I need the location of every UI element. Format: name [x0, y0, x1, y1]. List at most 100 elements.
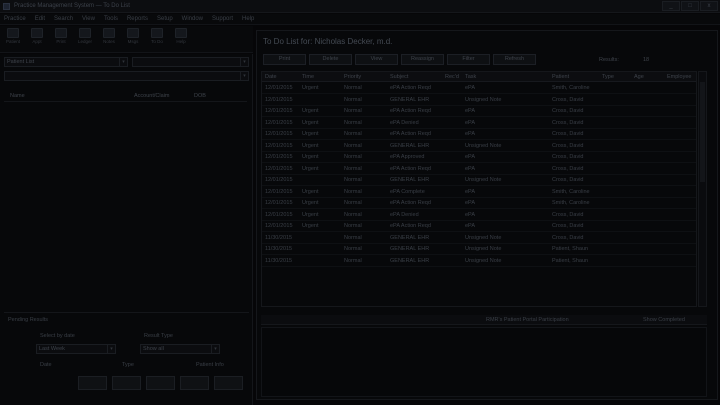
close-button[interactable]: x	[700, 1, 718, 11]
column-task[interactable]: Task	[465, 74, 476, 80]
toolbar-print-button[interactable]: Print	[52, 28, 70, 50]
table-row[interactable]: 12/01/2015 Urgent Normal ePA Denied ePA Cross…	[262, 118, 696, 129]
row-priority: Normal	[344, 234, 362, 241]
row-patient: Cross, David	[552, 177, 584, 183]
delete-button[interactable]: Delete	[309, 54, 352, 65]
chevron-down-icon[interactable]: ▾	[107, 345, 115, 353]
menu-reports[interactable]: Reports	[127, 14, 148, 24]
view-button[interactable]: View	[355, 54, 398, 65]
toolbar-messages-button[interactable]: Msgs	[124, 28, 142, 50]
row-priority: Normal	[344, 96, 362, 103]
table-row[interactable]: 12/01/2015 Urgent Normal ePA Action Reqd ePA…	[262, 129, 696, 140]
row-subject: GENERAL EHR	[390, 96, 430, 103]
left-action-button-4[interactable]	[180, 376, 209, 390]
menu-support[interactable]: Support	[212, 14, 233, 24]
filter-button[interactable]: Filter	[447, 54, 490, 65]
row-priority: Normal	[344, 131, 362, 137]
left-action-button-1[interactable]	[78, 376, 107, 390]
row-priority: Normal	[344, 223, 362, 229]
maximize-button[interactable]: □	[681, 1, 699, 11]
column-employee[interactable]: Employee	[667, 74, 691, 80]
minimize-button[interactable]: _	[662, 1, 680, 11]
column-priority[interactable]: Priority	[344, 74, 361, 80]
table-row[interactable]: 12/01/2015 Urgent Normal ePA Action Reqd ePA…	[262, 221, 696, 232]
menu-view[interactable]: View	[82, 14, 95, 24]
refresh-button[interactable]: Refresh	[493, 54, 536, 65]
pending-column-type[interactable]: Type	[122, 362, 134, 368]
column-type[interactable]: Type	[602, 74, 614, 80]
table-row[interactable]: 11/30/2015 Normal GENERAL EHR Unsigned Note…	[262, 244, 696, 255]
select-by-dropdown[interactable]: Last Week ▾	[36, 344, 116, 354]
table-row[interactable]: 12/01/2015 Normal GENERAL EHR Unsigned Note…	[262, 95, 696, 106]
row-patient: Smith, Caroline	[552, 85, 590, 91]
result-type-dropdown[interactable]: Show all ▾	[140, 344, 220, 354]
table-row[interactable]: 12/01/2015 Urgent Normal GENERAL EHR Unsigne…	[262, 141, 696, 152]
row-date: 12/01/2015	[265, 119, 293, 126]
column-name[interactable]: Name	[10, 93, 25, 99]
table-row[interactable]: 12/01/2015 Urgent Normal ePA Denied ePA Cross…	[262, 210, 696, 221]
reassign-button[interactable]: Reassign	[401, 54, 444, 65]
menu-setup[interactable]: Setup	[157, 14, 173, 24]
row-date: 12/01/2015	[265, 177, 293, 183]
column-received[interactable]: Rec'd	[445, 74, 459, 80]
table-row[interactable]: 12/01/2015 Urgent Normal ePA Action Reqd ePA…	[262, 198, 696, 209]
chevron-down-icon[interactable]: ▾	[119, 58, 127, 66]
column-dob[interactable]: DOB	[194, 93, 206, 99]
chevron-down-icon[interactable]: ▾	[240, 72, 248, 80]
table-row[interactable]: 11/30/2015 Normal GENERAL EHR Unsigned Note…	[262, 256, 696, 267]
menu-help[interactable]: Help	[242, 14, 254, 24]
todo-grid-scrollbar[interactable]	[698, 71, 707, 307]
results-count: 18	[643, 57, 650, 63]
chevron-down-icon[interactable]: ▾	[211, 345, 219, 353]
menu-tools[interactable]: Tools	[104, 14, 118, 24]
pending-column-patient[interactable]: Patient Info	[196, 362, 224, 368]
menu-edit[interactable]: Edit	[35, 14, 45, 24]
show-completed-toggle[interactable]: Show Completed	[643, 317, 685, 323]
row-priority: Normal	[344, 108, 362, 114]
toolbar-patient-button[interactable]: Patient	[4, 28, 22, 50]
table-row[interactable]: 12/01/2015 Urgent Normal ePA Approved ePA Cro…	[262, 152, 696, 163]
table-row[interactable]: 12/01/2015 Urgent Normal ePA Action Reqd ePA…	[262, 106, 696, 117]
list-selector[interactable]: Patient List ▾	[4, 57, 128, 67]
table-row[interactable]: 12/01/2015 Urgent Normal ePA Action Reqd ePA…	[262, 164, 696, 175]
row-date: 11/30/2015	[265, 257, 293, 264]
row-task: ePA	[465, 131, 475, 137]
menu-search[interactable]: Search	[54, 14, 73, 24]
scrollbar-thumb[interactable]	[700, 82, 705, 182]
pending-column-date[interactable]: Date	[40, 362, 52, 368]
toolbar-help-button[interactable]: Help	[172, 28, 190, 50]
row-patient: Cross, David	[552, 223, 584, 229]
search-selector[interactable]: ▾	[4, 71, 249, 81]
row-date: 12/01/2015	[265, 142, 293, 149]
left-action-button-2[interactable]	[112, 376, 141, 390]
row-subject: ePA Complete	[390, 188, 425, 195]
table-row[interactable]: 12/01/2015 Normal GENERAL EHR Unsigned Note…	[262, 175, 696, 186]
column-date[interactable]: Date	[265, 74, 277, 80]
toolbar-ledger-button[interactable]: Ledger	[76, 28, 94, 50]
column-patient[interactable]: Patient	[552, 74, 569, 80]
menu-window[interactable]: Window	[182, 14, 203, 24]
row-subject: GENERAL EHR	[390, 246, 430, 252]
print-button[interactable]: Print	[263, 54, 306, 65]
toolbar-todo-button[interactable]: To Do	[148, 28, 166, 50]
table-row[interactable]: 12/01/2015 Urgent Normal ePA Action Reqd ePA…	[262, 83, 696, 94]
table-row[interactable]: 12/01/2015 Urgent Normal ePA Complete ePA Smi…	[262, 187, 696, 198]
column-time[interactable]: Time	[302, 74, 314, 80]
row-priority: Normal	[344, 154, 362, 160]
table-row[interactable]: 11/30/2015 Normal GENERAL EHR Unsigned Note…	[262, 233, 696, 244]
chevron-down-icon[interactable]: ▾	[240, 58, 248, 66]
row-patient: Cross, David	[552, 108, 584, 114]
toolbar-notes-button[interactable]: Notes	[100, 28, 118, 50]
column-subject[interactable]: Subject	[390, 74, 408, 80]
left-action-button-3[interactable]	[146, 376, 175, 390]
left-action-button-5[interactable]	[214, 376, 243, 390]
column-account[interactable]: Account/Claim	[134, 93, 169, 99]
filter-selector[interactable]: ▾	[132, 57, 249, 67]
column-age[interactable]: Age	[634, 74, 644, 80]
toolbar-appointments-button[interactable]: Appt	[28, 28, 46, 50]
row-patient: Cross, David	[552, 154, 584, 160]
todo-icon	[151, 28, 163, 38]
toolbar: Patient Appt Print Ledger Notes Msgs To …	[0, 26, 253, 53]
menu-practice[interactable]: Practice	[4, 14, 26, 24]
row-date: 12/01/2015	[265, 154, 293, 160]
